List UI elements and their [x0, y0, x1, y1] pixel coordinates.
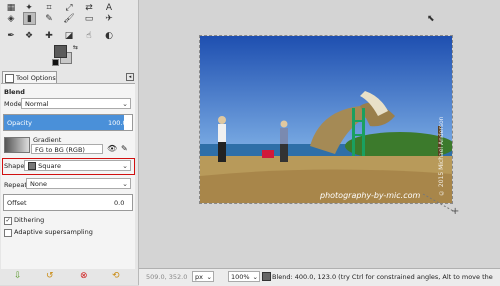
mode-select[interactable]: Normal ⌄ [21, 98, 131, 109]
blend-icon[interactable]: ▮ [23, 12, 36, 25]
tool-title: Blend [4, 88, 25, 96]
status-bar: 509.0, 352.0 px ⌄ 100% ⌄ Blend: 400.0, 1… [139, 268, 500, 286]
blend-status-icon [262, 272, 271, 281]
gradient-select[interactable]: FG to BG (RGB) [31, 144, 103, 154]
configure-tab-icon[interactable]: ◂ [126, 73, 134, 81]
shape-select[interactable]: Square ⌄ [24, 160, 131, 171]
unit-select[interactable]: px ⌄ [192, 271, 214, 282]
mode-value: Normal [25, 100, 49, 108]
bucket-fill-icon[interactable]: ◈ [5, 13, 17, 25]
zoom-select[interactable]: 100% ⌄ [228, 271, 260, 282]
eraser-icon[interactable]: ▭ [83, 13, 95, 25]
crosshair-icon: + [451, 206, 460, 217]
opacity-value: 100.0 [108, 119, 127, 127]
opacity-label: Opacity [7, 119, 33, 127]
gradient-label: Gradient [33, 136, 62, 144]
dithering-checkbox[interactable]: ✓ [4, 217, 12, 225]
reset-options-icon[interactable]: ⟲ [112, 271, 120, 281]
tool-options-panel: Blend Mode: Normal ⌄ Opacity 100.0 Gradi… [1, 83, 135, 269]
toolbox-dock: ▦ ✦ ⌗ ⤢ ⇄ A ◈ ▮ ✎ 🖌 ▭ ✈ ✒ ❖ ✚ ◪ ☝ ◐ ⇆ To… [0, 0, 139, 285]
delete-options-icon[interactable]: ⊗ [80, 271, 88, 281]
edit-gradient-icon[interactable]: ✎ [121, 144, 128, 153]
pencil-icon[interactable]: ✎ [43, 13, 55, 25]
chevron-down-icon: ⌄ [252, 273, 258, 281]
restore-options-icon[interactable]: ↺ [46, 271, 54, 281]
gradient-preview[interactable] [4, 137, 30, 153]
chevron-down-icon: ⌄ [206, 273, 212, 281]
unit-value: px [195, 273, 203, 281]
adaptive-checkbox[interactable] [4, 229, 12, 237]
dithering-label: Dithering [14, 216, 45, 224]
cursor-icon: ⬉ [427, 14, 435, 24]
offset-label: Offset [7, 199, 27, 207]
save-options-icon[interactable]: ⇩ [14, 271, 22, 281]
offset-slider[interactable]: Offset 0.0 [3, 194, 133, 211]
zoom-value: 100% [231, 273, 250, 281]
clone-icon[interactable]: ❖ [23, 30, 35, 42]
offset-value: 0.0 [114, 199, 125, 207]
dodge-icon[interactable]: ◐ [103, 30, 115, 42]
perspective-clone-icon[interactable]: ◪ [63, 30, 75, 42]
heal-icon[interactable]: ✚ [43, 30, 55, 42]
airbrush-icon[interactable]: ✈ [103, 13, 115, 25]
blend-guide-line [422, 193, 456, 213]
foreground-color-swatch[interactable] [54, 45, 67, 58]
repeat-select[interactable]: None ⌄ [26, 178, 131, 189]
reset-colors-icon[interactable] [52, 59, 59, 66]
gradient-value: FG to BG (RGB) [35, 146, 85, 154]
smudge-icon[interactable]: ☝ [83, 30, 95, 42]
tool-options-icon [5, 73, 14, 83]
swap-colors-icon[interactable]: ⇆ [73, 44, 78, 51]
chevron-down-icon: ⌄ [122, 180, 128, 188]
reverse-gradient-icon[interactable]: 👁 [107, 144, 117, 153]
adaptive-label: Adaptive supersampling [14, 228, 93, 236]
opacity-slider[interactable]: Opacity 100.0 [3, 114, 133, 131]
status-message: Blend: 400.0, 123.0 (try Ctrl for constr… [272, 273, 493, 281]
repeat-value: None [30, 180, 47, 188]
ink-icon[interactable]: ✒ [5, 30, 17, 42]
chevron-down-icon: ⌄ [122, 162, 128, 170]
canvas-area[interactable]: photography-by-mic.com © 2015 Michael An… [139, 0, 500, 268]
tab-label: Tool Options [16, 74, 56, 82]
chevron-down-icon: ⌄ [122, 100, 128, 108]
pointer-coords: 509.0, 352.0 [146, 273, 188, 281]
paintbrush-icon[interactable]: 🖌 [63, 13, 75, 25]
square-shape-icon [28, 162, 36, 170]
shape-value: Square [38, 162, 61, 170]
